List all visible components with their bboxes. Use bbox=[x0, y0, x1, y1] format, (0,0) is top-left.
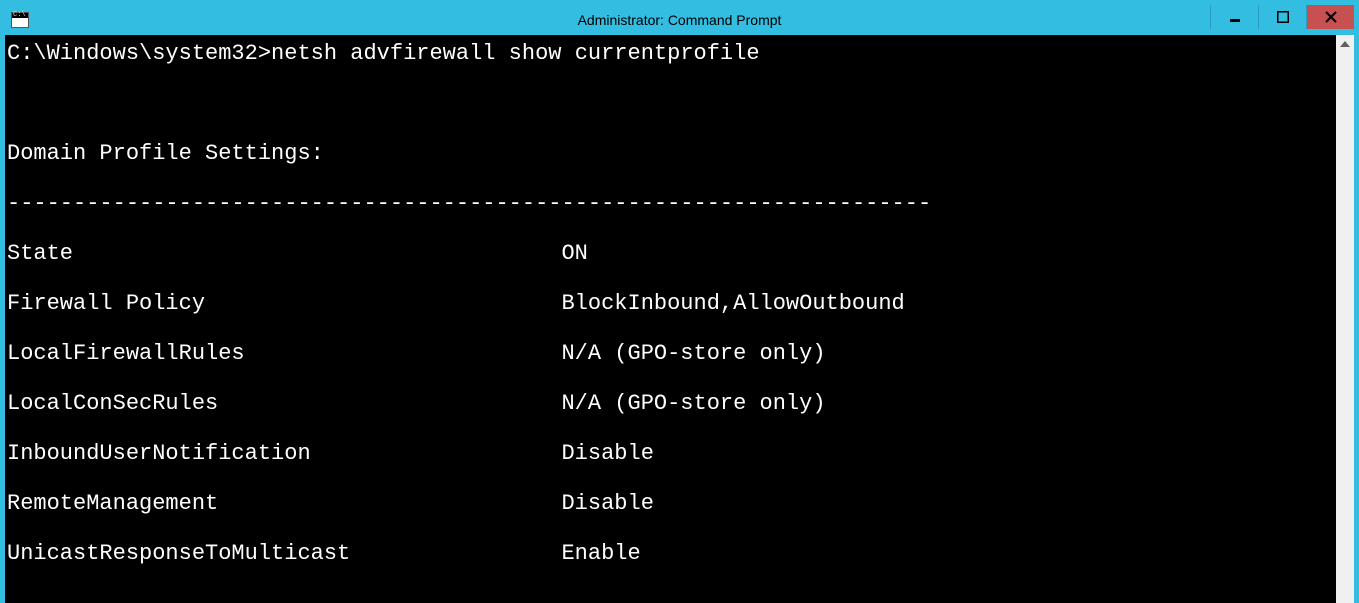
divider-line: ----------------------------------------… bbox=[7, 191, 1336, 216]
setting-row: LocalConSecRulesN/A (GPO-store only) bbox=[7, 391, 1336, 416]
setting-label: InboundUserNotification bbox=[7, 441, 561, 466]
command: netsh advfirewall show currentprofile bbox=[271, 41, 759, 66]
minimize-button[interactable] bbox=[1210, 5, 1258, 29]
setting-label: LocalConSecRules bbox=[7, 391, 561, 416]
setting-value: N/A (GPO-store only) bbox=[561, 391, 825, 416]
titlebar[interactable]: Administrator: Command Prompt bbox=[5, 5, 1354, 35]
blank-line bbox=[7, 591, 1336, 603]
vertical-scrollbar[interactable] bbox=[1336, 35, 1354, 603]
setting-value: BlockInbound,AllowOutbound bbox=[561, 291, 904, 316]
setting-row: RemoteManagementDisable bbox=[7, 491, 1336, 516]
setting-row: Firewall PolicyBlockInbound,AllowOutboun… bbox=[7, 291, 1336, 316]
prompt-line: C:\Windows\system32>netsh advfirewall sh… bbox=[7, 41, 1336, 66]
setting-row: InboundUserNotificationDisable bbox=[7, 441, 1336, 466]
section-header: Domain Profile Settings: bbox=[7, 141, 1336, 166]
setting-row: LocalFirewallRulesN/A (GPO-store only) bbox=[7, 341, 1336, 366]
setting-row: UnicastResponseToMulticastEnable bbox=[7, 541, 1336, 566]
setting-label: UnicastResponseToMulticast bbox=[7, 541, 561, 566]
client-area: C:\Windows\system32>netsh advfirewall sh… bbox=[5, 35, 1354, 603]
window-controls bbox=[1210, 5, 1354, 29]
setting-row: StateON bbox=[7, 241, 1336, 266]
prompt: C:\Windows\system32> bbox=[7, 41, 271, 66]
maximize-button[interactable] bbox=[1258, 5, 1306, 29]
setting-label: LocalFirewallRules bbox=[7, 341, 561, 366]
console-output[interactable]: C:\Windows\system32>netsh advfirewall sh… bbox=[5, 35, 1336, 603]
setting-value: Disable bbox=[561, 491, 653, 516]
scroll-up-arrow-icon[interactable] bbox=[1336, 35, 1354, 53]
setting-value: Enable bbox=[561, 541, 640, 566]
setting-value: Disable bbox=[561, 441, 653, 466]
blank-line bbox=[7, 91, 1336, 116]
setting-value: ON bbox=[561, 241, 587, 266]
setting-label: State bbox=[7, 241, 561, 266]
scrollbar-track[interactable] bbox=[1336, 53, 1354, 603]
window-title: Administrator: Command Prompt bbox=[578, 12, 782, 28]
setting-label: Firewall Policy bbox=[7, 291, 561, 316]
setting-label: RemoteManagement bbox=[7, 491, 561, 516]
system-menu-icon[interactable] bbox=[11, 12, 29, 28]
setting-value: N/A (GPO-store only) bbox=[561, 341, 825, 366]
close-button[interactable] bbox=[1306, 5, 1354, 29]
cmd-window: Administrator: Command Prompt C:\Windows… bbox=[0, 0, 1359, 603]
